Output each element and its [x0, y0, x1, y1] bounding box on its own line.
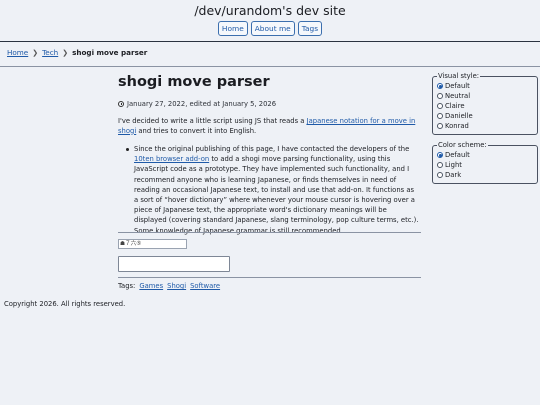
update-note-start: Since the original publishing of this pa…	[134, 145, 410, 153]
update-note-end: to add a shogi move parsing functionalit…	[134, 155, 419, 235]
visual-style-option-danielle[interactable]: Danielle	[437, 111, 533, 121]
move-input[interactable]: ☗７六⑤	[118, 239, 187, 249]
radio-icon[interactable]	[437, 113, 443, 119]
post-date: January 27, 2022, edited at January 5, 2…	[127, 100, 277, 108]
radio-icon[interactable]	[437, 123, 443, 129]
radio-checked-icon[interactable]	[437, 83, 443, 89]
output-textarea[interactable]	[118, 256, 230, 272]
radio-checked-icon[interactable]	[437, 152, 443, 158]
tag-games-link[interactable]: Games	[139, 282, 163, 290]
divider	[0, 66, 540, 67]
intro-paragraph: I've decided to write a little script us…	[118, 117, 420, 136]
list-item: Since the original publishing of this pa…	[126, 144, 420, 236]
clock-icon	[118, 101, 124, 107]
bullet-icon	[126, 148, 129, 151]
option-label: Claire	[445, 102, 465, 110]
option-label: Default	[445, 151, 470, 159]
visual-style-legend: Visual style:	[438, 72, 480, 80]
update-note: Since the original publishing of this pa…	[134, 144, 420, 236]
option-label: Light	[445, 161, 462, 169]
radio-icon[interactable]	[437, 103, 443, 109]
option-label: Danielle	[445, 112, 473, 120]
intro-text-end: and tries to convert it into English.	[136, 126, 257, 135]
visual-style-panel: Visual style: Default Neutral Claire Dan…	[432, 72, 538, 135]
breadcrumb-tech-link[interactable]: Tech	[42, 48, 58, 57]
visual-style-option-default[interactable]: Default	[437, 81, 533, 91]
visual-style-option-neutral[interactable]: Neutral	[437, 91, 533, 101]
tags-row: Tags: Games Shogi Software	[118, 282, 220, 290]
chevron-right-icon: ❯	[32, 48, 39, 57]
breadcrumb-home-link[interactable]: Home	[7, 48, 28, 57]
divider	[118, 232, 421, 233]
option-label: Konrad	[445, 122, 469, 130]
breadcrumb: Home ❯ Tech ❯ shogi move parser	[7, 48, 147, 57]
color-scheme-option-light[interactable]: Light	[437, 160, 533, 170]
nav-home-link[interactable]: Home	[217, 21, 248, 36]
breadcrumb-current: shogi move parser	[72, 48, 148, 57]
color-scheme-option-default[interactable]: Default	[437, 150, 533, 160]
nav-tags-link[interactable]: Tags	[297, 21, 323, 36]
main-nav: Home About me Tags	[0, 21, 540, 36]
option-label: Neutral	[445, 92, 471, 100]
tenten-addon-link[interactable]: 10ten browser add-on	[134, 155, 209, 163]
color-scheme-legend: Color scheme:	[438, 141, 487, 149]
color-scheme-panel: Color scheme: Default Light Dark	[432, 141, 538, 184]
visual-style-option-konrad[interactable]: Konrad	[437, 121, 533, 131]
site-title: /dev/urandom's dev site	[194, 3, 346, 18]
option-label: Dark	[445, 171, 462, 179]
copyright: Copyright 2026. All rights reserved.	[4, 300, 126, 308]
nav-about-link[interactable]: About me	[250, 21, 295, 36]
site-header: /dev/urandom's dev site Home About me Ta…	[0, 0, 540, 42]
color-scheme-option-dark[interactable]: Dark	[437, 170, 533, 180]
radio-icon[interactable]	[437, 162, 443, 168]
tags-label: Tags:	[118, 282, 136, 290]
tag-shogi-link[interactable]: Shogi	[167, 282, 186, 290]
chevron-right-icon: ❯	[62, 48, 69, 57]
radio-icon[interactable]	[437, 172, 443, 178]
visual-style-option-claire[interactable]: Claire	[437, 101, 533, 111]
page-title: shogi move parser	[118, 74, 270, 90]
tag-software-link[interactable]: Software	[190, 282, 220, 290]
radio-icon[interactable]	[437, 93, 443, 99]
post-meta: January 27, 2022, edited at January 5, 2…	[118, 100, 276, 108]
option-label: Default	[445, 82, 470, 90]
intro-text-start: I've decided to write a little script us…	[118, 117, 307, 125]
divider	[118, 277, 421, 278]
